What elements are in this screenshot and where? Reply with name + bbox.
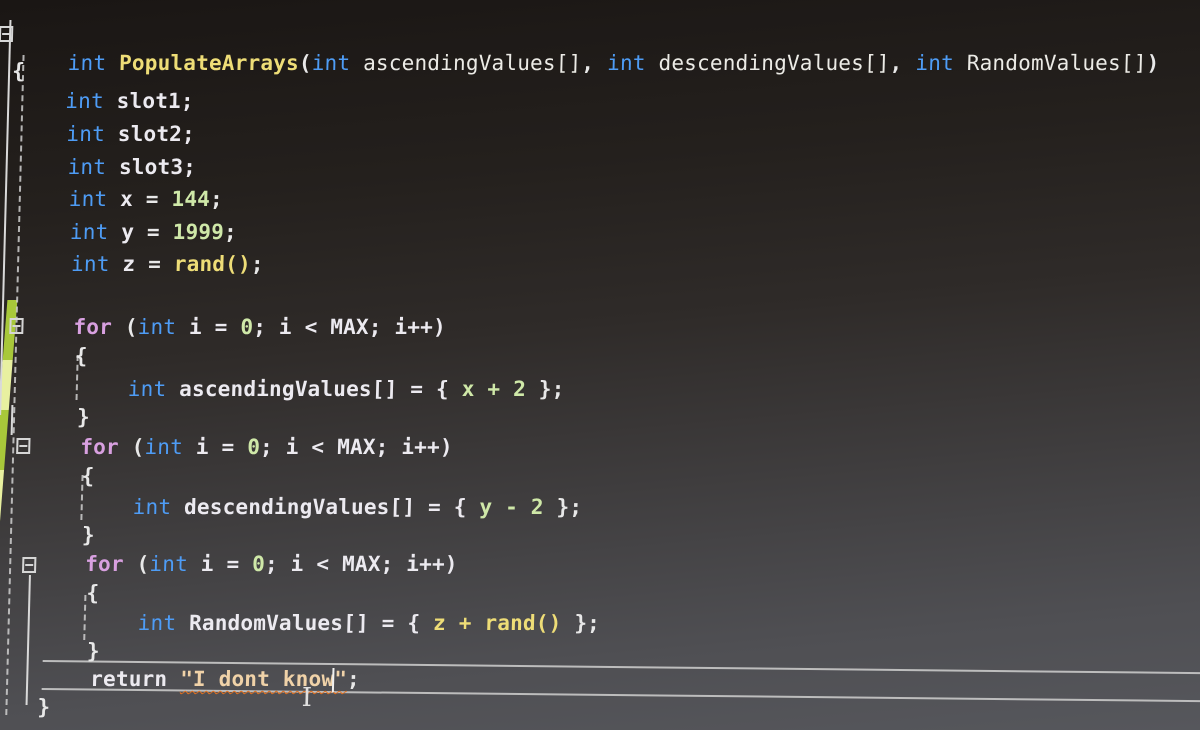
return-type: int — [67, 51, 107, 75]
fold-toggle-loop-3[interactable] — [21, 557, 37, 573]
declaration-line[interactable]: int slot2; — [66, 121, 195, 147]
ibeam-cursor-icon: I — [301, 683, 313, 713]
loop-condition: ; i < MAX; i++) — [264, 552, 459, 576]
return-statement[interactable]: return "I dont know"; — [90, 666, 360, 692]
param-name: ascendingValues[] — [362, 51, 582, 75]
paren: ( — [118, 435, 145, 459]
type-keyword: int — [66, 122, 106, 146]
function-open-brace: { — [11, 59, 26, 83]
for-loop-header[interactable]: for (int i = 0; i < MAX; i++) — [85, 551, 458, 577]
semicolon: ; — [209, 187, 224, 211]
declaration-rest: slot3; — [118, 155, 197, 179]
array-decl: ascendingValues[] = { — [178, 377, 463, 401]
assign-op: = — [133, 220, 173, 244]
loop-condition: ; i < MAX; i++) — [252, 315, 447, 339]
declaration-line[interactable]: int slot1; — [65, 88, 194, 114]
loop-close-brace: } — [81, 523, 96, 547]
number-literal: 0 — [246, 435, 261, 459]
param-name: descendingValues[] — [658, 51, 891, 75]
loop-body-line[interactable]: int RandomValues[] = { z + rand() }; — [137, 610, 600, 636]
collapse-minus-icon — [12, 325, 21, 327]
param-sep: , — [889, 51, 916, 75]
type-keyword: int — [127, 377, 167, 401]
number-literal: 0 — [251, 552, 266, 576]
for-loop-header[interactable]: for (int i = 0; i < MAX; i++) — [80, 434, 453, 460]
return-keyword: return — [89, 667, 168, 691]
for-keyword: for — [73, 315, 113, 339]
number-literal: 0 — [240, 315, 254, 339]
for-keyword: for — [79, 435, 120, 459]
declaration-line[interactable]: int slot3; — [67, 154, 196, 180]
initializer-end: }; — [525, 377, 565, 401]
function-close-brace: } — [37, 695, 51, 719]
variable-name: z — [122, 252, 136, 276]
collapse-minus-icon — [2, 33, 11, 35]
initializer-expr: x + 2 — [461, 377, 527, 401]
function-call: rand() — [173, 252, 252, 276]
variable-name: y — [120, 220, 135, 244]
declaration-line[interactable]: int x = 144; — [68, 186, 223, 212]
loop-open-brace: { — [86, 581, 100, 605]
fold-toggle-loop-2[interactable] — [16, 438, 31, 454]
type-keyword: int — [69, 220, 109, 244]
code-editor[interactable]: int PopulateArrays(int ascendingValues[]… — [0, 0, 1200, 730]
paren: ( — [111, 315, 138, 339]
loop-open-brace: { — [81, 464, 95, 488]
declaration-line[interactable]: int y = 1999; — [70, 219, 238, 245]
loop-var: i = — [187, 552, 253, 576]
param-name: RandomValues[] — [966, 51, 1147, 75]
loop-body-line[interactable]: int ascendingValues[] = { x + 2 }; — [127, 376, 564, 402]
assign-op: = — [132, 187, 172, 211]
for-keyword: for — [84, 552, 125, 576]
type-keyword: int — [65, 89, 105, 113]
declaration-rest: slot1; — [116, 89, 195, 113]
loop-open-brace: { — [74, 344, 88, 368]
collapse-minus-icon — [19, 445, 28, 447]
for-loop-header[interactable]: for (int i = 0; i < MAX; i++) — [73, 314, 446, 340]
param-sep: , — [581, 51, 608, 75]
paren: ( — [298, 51, 313, 75]
param-type: int — [915, 51, 955, 75]
loop-var: i = — [175, 315, 241, 339]
paren: ( — [123, 552, 150, 576]
param-sep: ) — [1146, 51, 1160, 75]
type-keyword: int — [68, 187, 108, 211]
initializer-expr: y - 2 — [479, 495, 545, 519]
loop-var: i = — [182, 435, 248, 459]
variable-name: x — [119, 187, 134, 211]
array-decl: descendingValues[] = { — [183, 495, 480, 519]
type-keyword: int — [137, 315, 177, 339]
type-keyword: int — [70, 252, 110, 276]
type-keyword: int — [144, 435, 184, 459]
semicolon: ; — [223, 220, 238, 244]
assign-op: = — [134, 252, 175, 276]
number-literal: 1999 — [172, 220, 225, 244]
fold-toggle-function[interactable] — [0, 26, 14, 42]
outline-guide — [25, 575, 31, 705]
string-literal-error: "I dont know" — [179, 667, 348, 691]
function-name: PopulateArrays — [118, 51, 300, 75]
declaration-line[interactable]: int z = rand(); — [71, 251, 264, 277]
loop-close-brace: } — [76, 405, 91, 429]
loop-body-line[interactable]: int descendingValues[] = { y - 2 }; — [132, 494, 582, 520]
type-keyword: int — [67, 155, 107, 179]
declaration-rest: slot2; — [117, 122, 196, 146]
initializer-expr: z + rand() — [432, 611, 562, 635]
semicolon: ; — [250, 252, 265, 276]
loop-close-brace: } — [86, 639, 101, 663]
param-type: int — [311, 51, 351, 75]
type-keyword: int — [132, 495, 172, 519]
semicolon: ; — [346, 667, 361, 691]
initializer-end: }; — [543, 495, 583, 519]
param-type: int — [606, 51, 647, 75]
type-keyword: int — [149, 552, 189, 576]
type-keyword: int — [137, 611, 177, 635]
array-decl: RandomValues[] = { — [188, 611, 434, 635]
initializer-end: }; — [561, 611, 601, 635]
collapse-minus-icon — [25, 564, 34, 566]
number-literal: 144 — [171, 187, 211, 211]
fold-toggle-loop-1[interactable] — [9, 318, 24, 334]
loop-condition: ; i < MAX; i++) — [259, 435, 454, 459]
